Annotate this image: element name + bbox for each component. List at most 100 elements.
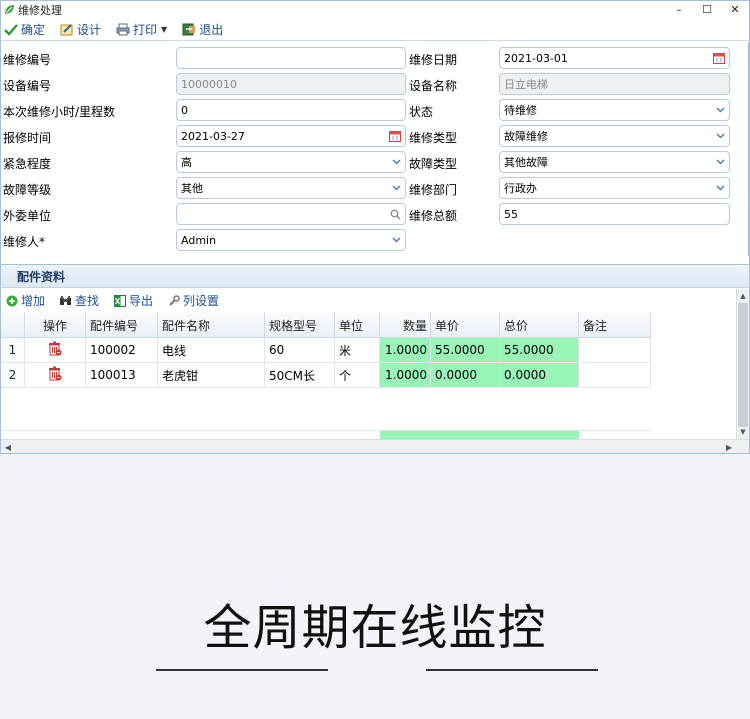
column-header[interactable]: 配件编号 (86, 312, 158, 338)
note-cell[interactable] (579, 338, 651, 363)
exit-icon (181, 23, 196, 37)
equipment-no-input: 10000010 (176, 73, 406, 95)
grid-toolbar: 增加 查找 导出 列设置 (1, 289, 749, 312)
title-bar: 维修处理 – ☐ ✕ (1, 1, 749, 18)
unit-price-cell[interactable]: 0.0000 (431, 363, 500, 388)
report-time-label: 报修时间 (3, 131, 52, 145)
column-header[interactable]: 备注 (579, 312, 651, 338)
wrench-icon (167, 294, 180, 307)
repairer-label: 维修人* (3, 235, 46, 249)
parts-section-header[interactable]: 配件资料 (1, 264, 749, 288)
delete-icon (48, 341, 62, 359)
delete-button[interactable] (25, 338, 86, 363)
row-number: 1 (1, 338, 25, 363)
fault-level-label: 故障等级 (3, 183, 52, 197)
unit-price-cell[interactable]: 55.0000 (431, 338, 500, 363)
scroll-thumb[interactable] (738, 303, 748, 427)
column-header[interactable]: 总价 (500, 312, 579, 338)
department-label: 维修部门 (409, 183, 458, 197)
confirm-button[interactable]: 确定 (3, 20, 45, 40)
chevron-down-icon[interactable] (711, 178, 729, 198)
department-select[interactable]: 行政办 (499, 177, 730, 199)
calendar-icon[interactable] (387, 128, 403, 144)
add-button[interactable]: 增加 (5, 292, 45, 309)
chevron-down-icon[interactable] (387, 178, 405, 198)
part-name-cell: 电线 (158, 338, 265, 363)
urgency-select[interactable]: 高 (176, 151, 406, 173)
repairer-select[interactable]: Admin (176, 229, 406, 251)
exit-label: 退出 (199, 23, 224, 37)
column-header[interactable]: 单价 (431, 312, 500, 338)
window-title: 维修处理 (18, 3, 62, 17)
repair-no-label: 维修编号 (3, 53, 52, 67)
scroll-up-icon[interactable]: ▲ (737, 290, 749, 302)
chevron-down-icon[interactable] (711, 100, 729, 120)
total-label: 维修总额 (409, 209, 458, 223)
total-price-cell[interactable]: 55.0000 (500, 338, 579, 363)
column-settings-button[interactable]: 列设置 (167, 292, 219, 309)
repair-date-input[interactable]: 2021-03-01 (499, 47, 730, 69)
check-icon (3, 23, 18, 37)
excel-icon (113, 294, 126, 307)
column-header[interactable]: 规格型号 (265, 312, 335, 338)
total-input[interactable]: 55 (499, 203, 730, 225)
horizontal-scrollbar[interactable]: ◀ ▶ (1, 439, 749, 453)
repair-no-input[interactable] (176, 47, 406, 69)
chevron-down-icon[interactable]: ▼ (161, 25, 167, 34)
main-toolbar: 确定 设计 打印 ▼ 退出 (1, 19, 749, 41)
search-icon[interactable] (387, 206, 403, 222)
quantity-cell[interactable]: 1.0000 (380, 338, 431, 363)
outsource-input[interactable] (176, 203, 406, 225)
delete-button[interactable] (25, 363, 86, 388)
maximize-button[interactable]: ☐ (693, 1, 721, 18)
export-button[interactable]: 导出 (113, 292, 153, 309)
fault-type-label: 故障类型 (409, 157, 458, 171)
design-button[interactable]: 设计 (59, 20, 101, 40)
close-button[interactable]: ✕ (721, 1, 749, 18)
scroll-left-icon[interactable]: ◀ (2, 441, 14, 453)
quantity-cell[interactable]: 1.0000 (380, 363, 431, 388)
hours-input[interactable]: 0 (176, 99, 406, 121)
column-header[interactable]: 单位 (335, 312, 380, 338)
part-code-cell: 100002 (86, 338, 158, 363)
part-name-cell: 老虎钳 (158, 363, 265, 388)
outsource-label: 外委单位 (3, 209, 52, 223)
column-header[interactable]: 配件名称 (158, 312, 265, 338)
print-button[interactable]: 打印 ▼ (115, 20, 167, 40)
spec-cell: 50CM长 (265, 363, 335, 388)
find-button[interactable]: 查找 (59, 292, 99, 309)
repair-type-label: 维修类型 (409, 131, 458, 145)
minimize-button[interactable]: – (665, 1, 693, 18)
repair-date-label: 维修日期 (409, 53, 458, 67)
chevron-down-icon[interactable] (711, 152, 729, 172)
column-header[interactable]: 数量 (380, 312, 431, 338)
calendar-icon[interactable] (711, 50, 727, 66)
status-select[interactable]: 待维修 (499, 99, 730, 121)
repair-type-select[interactable]: 故障维修 (499, 125, 730, 147)
add-icon (5, 294, 18, 307)
scroll-right-icon[interactable]: ▶ (723, 441, 735, 453)
exit-button[interactable]: 退出 (181, 20, 223, 40)
scroll-down-icon[interactable]: ▼ (737, 426, 749, 438)
print-label: 打印 (133, 23, 158, 37)
fault-level-select[interactable]: 其他 (176, 177, 406, 199)
fault-type-select[interactable]: 其他故障 (499, 151, 730, 173)
chevron-down-icon[interactable] (711, 126, 729, 146)
urgency-label: 紧急程度 (3, 157, 52, 171)
design-icon (59, 23, 74, 37)
parts-section-title: 配件资料 (17, 269, 66, 284)
equipment-name-label: 设备名称 (409, 79, 458, 93)
vertical-scrollbar[interactable]: ▲ ▼ (736, 289, 749, 439)
total-price-cell[interactable]: 0.0000 (500, 363, 579, 388)
export-label: 导出 (129, 294, 154, 308)
hours-label: 本次维修小时/里程数 (3, 105, 116, 119)
status-label: 状态 (409, 105, 434, 119)
chevron-down-icon[interactable] (387, 230, 405, 250)
equipment-name-input: 日立电梯 (499, 73, 730, 95)
column-header[interactable]: 操作 (25, 312, 86, 338)
chevron-down-icon[interactable] (387, 152, 405, 172)
add-label: 增加 (21, 294, 46, 308)
note-cell[interactable] (579, 363, 651, 388)
find-label: 查找 (75, 294, 100, 308)
report-time-input[interactable]: 2021-03-27 (176, 125, 406, 147)
